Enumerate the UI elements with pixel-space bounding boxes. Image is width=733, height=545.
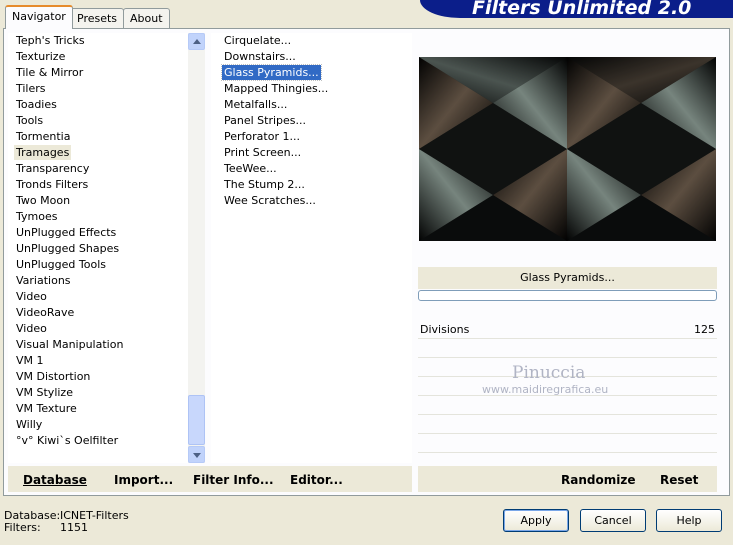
filter-preview xyxy=(419,57,716,241)
category-item[interactable]: Video xyxy=(14,289,49,304)
filter-item-selected[interactable]: Glass Pyramids... xyxy=(221,64,322,81)
preview-image xyxy=(419,57,716,241)
watermark-site: www.maidiregrafica.eu xyxy=(482,383,609,396)
param-label: Divisions xyxy=(420,323,470,336)
category-item[interactable]: Tilers xyxy=(14,81,48,96)
filter-item[interactable]: Metalfalls... xyxy=(222,97,289,112)
scroll-thumb[interactable] xyxy=(188,395,205,445)
editor-button[interactable]: Editor... xyxy=(290,466,343,494)
category-item[interactable]: Texturize xyxy=(14,49,67,64)
progress-bar xyxy=(418,290,717,301)
filter-item[interactable]: Downstairs... xyxy=(222,49,298,64)
filter-item[interactable]: Perforator 1... xyxy=(222,129,302,144)
category-scrollbar[interactable] xyxy=(188,33,205,463)
param-row-divisions[interactable]: Divisions 125 xyxy=(418,321,717,339)
randomize-button[interactable]: Randomize xyxy=(561,466,635,494)
apply-button[interactable]: Apply xyxy=(503,509,569,532)
category-item[interactable]: Variations xyxy=(14,273,73,288)
scroll-down-button[interactable] xyxy=(188,446,205,463)
import-button[interactable]: Import... xyxy=(114,466,173,494)
category-item[interactable]: Tymoes xyxy=(14,209,59,224)
category-item[interactable]: VM Distortion xyxy=(14,369,92,384)
filter-item[interactable]: Cirquelate... xyxy=(222,33,293,48)
reset-button[interactable]: Reset xyxy=(660,466,698,494)
category-item[interactable]: Willy xyxy=(14,417,44,432)
scroll-up-button[interactable] xyxy=(188,33,205,50)
category-item[interactable]: Tronds Filters xyxy=(14,177,90,192)
category-item[interactable]: Toadies xyxy=(14,97,59,112)
category-item[interactable]: Tile & Mirror xyxy=(14,65,85,80)
filter-info-button[interactable]: Filter Info... xyxy=(193,466,274,494)
help-button[interactable]: Help xyxy=(656,509,722,532)
category-item[interactable]: VM 1 xyxy=(14,353,46,368)
filter-item[interactable]: Mapped Thingies... xyxy=(222,81,330,96)
filter-item[interactable]: The Stump 2... xyxy=(222,177,307,192)
chevron-down-icon xyxy=(193,453,201,458)
current-filter-name: Glass Pyramids... xyxy=(418,267,717,289)
category-item[interactable]: VM Stylize xyxy=(14,385,75,400)
database-button[interactable]: Database xyxy=(23,466,87,494)
category-item[interactable]: Tools xyxy=(14,113,45,128)
filter-item[interactable]: Wee Scratches... xyxy=(222,193,318,208)
category-item-selected[interactable]: Tramages xyxy=(14,145,72,160)
category-item[interactable]: UnPlugged Shapes xyxy=(14,241,121,256)
param-row-empty xyxy=(418,397,717,415)
left-toolbar: Database Import... Filter Info... Editor… xyxy=(8,466,412,492)
filter-item[interactable]: Panel Stripes... xyxy=(222,113,308,128)
category-item[interactable]: VM Texture xyxy=(14,401,79,416)
status-filters-label: Filters: xyxy=(4,521,41,534)
chevron-up-icon xyxy=(193,39,201,44)
filter-list[interactable]: Cirquelate... Downstairs... Glass Pyrami… xyxy=(211,33,412,463)
filter-item[interactable]: Print Screen... xyxy=(222,145,303,160)
banner-title: Filters Unlimited 2.0 xyxy=(472,0,692,18)
status-filters-value: 1151 xyxy=(60,521,88,534)
app-banner: Filters Unlimited 2.0 xyxy=(420,0,733,18)
param-row-empty xyxy=(418,340,717,358)
status-filters: Filters: 1151 xyxy=(4,521,88,534)
category-item[interactable]: Visual Manipulation xyxy=(14,337,125,352)
category-item[interactable]: Tormentia xyxy=(14,129,72,144)
tab-about[interactable]: About xyxy=(123,8,170,28)
tab-navigator[interactable]: Navigator xyxy=(5,5,73,29)
tab-presets[interactable]: Presets xyxy=(70,8,125,28)
category-item[interactable]: °v° Kiwi`s Oelfilter xyxy=(14,433,120,448)
param-row-empty xyxy=(418,435,717,453)
category-item[interactable]: Transparency xyxy=(14,161,91,176)
category-item[interactable]: Teph's Tricks xyxy=(14,33,87,48)
param-value: 125 xyxy=(694,323,715,336)
category-item[interactable]: UnPlugged Effects xyxy=(14,225,118,240)
category-item[interactable]: UnPlugged Tools xyxy=(14,257,108,272)
cancel-button[interactable]: Cancel xyxy=(580,509,646,532)
param-row-empty xyxy=(418,416,717,434)
filter-item[interactable]: TeeWee... xyxy=(222,161,279,176)
category-item[interactable]: Two Moon xyxy=(14,193,72,208)
watermark-name: Pinuccia xyxy=(512,363,586,383)
category-list[interactable]: Teph's Tricks Texturize Tile & Mirror Ti… xyxy=(8,33,205,463)
right-toolbar: Randomize Reset xyxy=(418,466,717,492)
category-item[interactable]: Video xyxy=(14,321,49,336)
category-item[interactable]: VideoRave xyxy=(14,305,76,320)
